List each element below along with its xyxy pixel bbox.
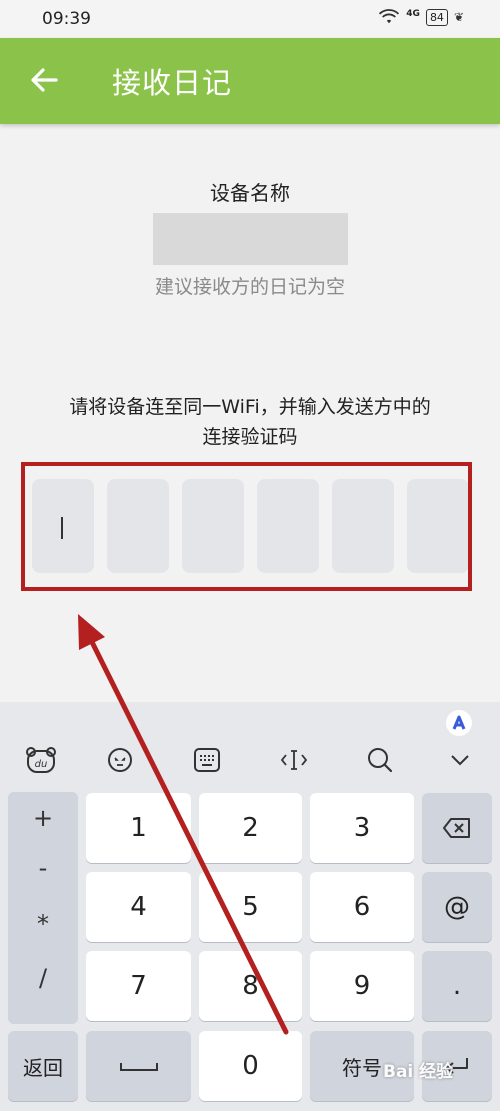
ai-assistant-icon[interactable] bbox=[446, 710, 472, 736]
backspace-key[interactable] bbox=[422, 793, 492, 863]
status-bar: 09:39 4G 84 ❦ bbox=[0, 0, 500, 38]
numeric-keyboard: du + - * / 1 2 3 4 5 6 @ 7 8 9 . 返回 0 符号 bbox=[0, 702, 500, 1111]
key-8[interactable]: 8 bbox=[199, 951, 302, 1021]
instruction-line-2: 连接验证码 bbox=[202, 426, 298, 448]
hint-text: 建议接收方的日记为空 bbox=[154, 276, 345, 298]
key-6[interactable]: 6 bbox=[310, 872, 414, 942]
keyboard-toolbar: du bbox=[0, 740, 500, 784]
keyboard-icon[interactable] bbox=[187, 740, 227, 780]
key-9[interactable]: 9 bbox=[310, 951, 414, 1021]
battery-icon: 84 bbox=[425, 8, 448, 26]
key-5[interactable]: 5 bbox=[199, 872, 302, 942]
network-type: 4G bbox=[406, 9, 420, 19]
key-1[interactable]: 1 bbox=[86, 793, 191, 863]
device-name-value bbox=[153, 213, 348, 265]
back-key[interactable]: 返回 bbox=[8, 1031, 78, 1101]
svg-text:du: du bbox=[35, 759, 48, 770]
watermark: Bai 经验 bbox=[383, 1062, 454, 1082]
search-icon[interactable] bbox=[360, 740, 400, 780]
key-0[interactable]: 0 bbox=[199, 1031, 302, 1101]
key-divide[interactable]: / bbox=[8, 964, 78, 992]
key-4[interactable]: 4 bbox=[86, 872, 191, 942]
space-key[interactable] bbox=[86, 1031, 191, 1101]
chevron-down-icon[interactable] bbox=[440, 740, 480, 780]
instruction-text: 请将设备连至同一WiFi，并输入发送方中的 连接验证码 bbox=[0, 392, 500, 452]
du-bear-icon[interactable]: du bbox=[21, 740, 61, 780]
instruction-line-1: 请将设备连至同一WiFi，并输入发送方中的 bbox=[69, 396, 431, 418]
status-icons: 4G 84 ❦ bbox=[378, 8, 464, 26]
back-arrow-icon[interactable] bbox=[28, 62, 62, 98]
key-at[interactable]: @ bbox=[422, 872, 492, 942]
status-time: 09:39 bbox=[42, 9, 91, 29]
annotation-highlight-box bbox=[21, 462, 472, 591]
key-multiply[interactable]: * bbox=[8, 910, 78, 938]
symbol-column: + - * / bbox=[8, 792, 78, 1024]
backspace-icon bbox=[443, 818, 470, 838]
key-7[interactable]: 7 bbox=[86, 951, 191, 1021]
key-minus[interactable]: - bbox=[8, 854, 78, 882]
key-3[interactable]: 3 bbox=[310, 793, 414, 863]
wifi-icon bbox=[379, 9, 400, 24]
app-bar: 接收日记 bbox=[0, 38, 500, 124]
space-icon bbox=[119, 1063, 158, 1071]
cursor-move-icon[interactable] bbox=[274, 740, 314, 780]
device-name-label: 设备名称 bbox=[210, 181, 290, 205]
key-plus[interactable]: + bbox=[8, 804, 78, 832]
page-title: 接收日记 bbox=[112, 66, 233, 100]
key-dot[interactable]: . bbox=[422, 951, 492, 1021]
key-2[interactable]: 2 bbox=[199, 793, 302, 863]
emoji-icon[interactable] bbox=[100, 740, 140, 780]
leaf-icon: ❦ bbox=[453, 10, 464, 24]
